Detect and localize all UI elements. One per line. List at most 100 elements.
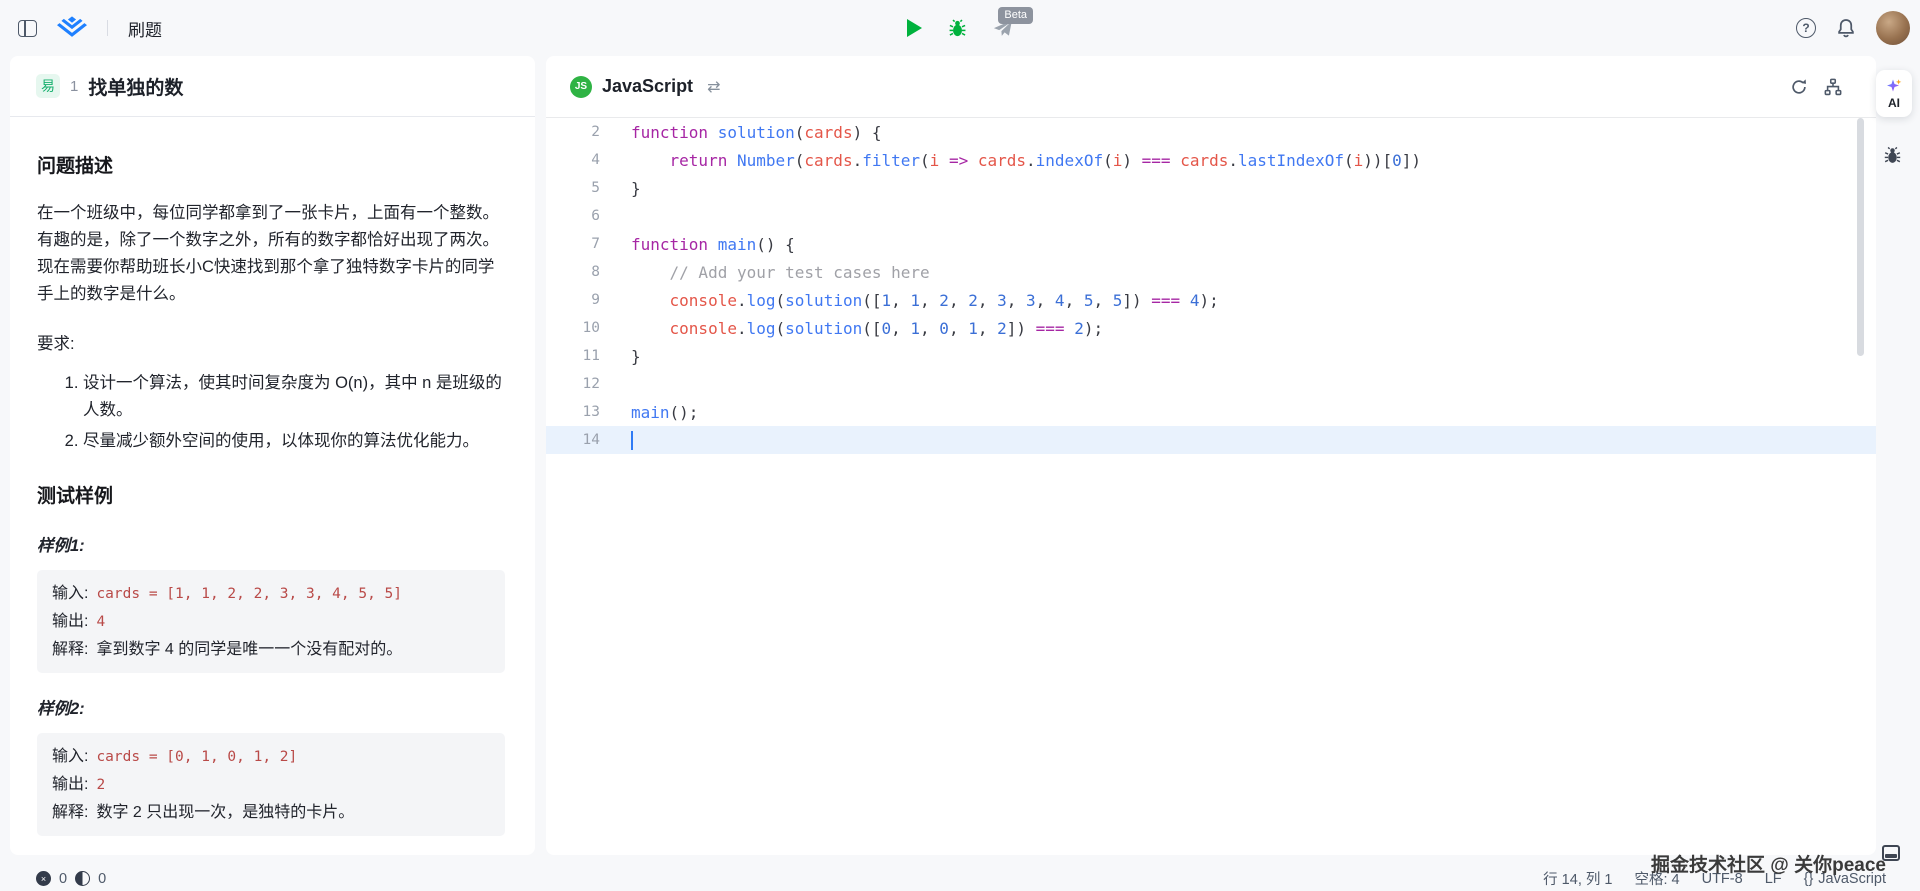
output-label: 输出: xyxy=(52,776,88,793)
line-number[interactable]: 10 xyxy=(546,320,600,336)
problem-header: 易 1 找单独的数 xyxy=(10,56,535,117)
code-line[interactable]: 13main(); xyxy=(546,398,1876,426)
code-line[interactable]: 9 console.log(solution([1, 1, 2, 2, 3, 3… xyxy=(546,286,1876,314)
line-number[interactable]: 9 xyxy=(546,292,600,308)
brand-label: 刷题 xyxy=(128,16,162,41)
warnings-icon[interactable] xyxy=(75,871,90,886)
cursor-position[interactable]: 行 14, 列 1 xyxy=(1543,868,1612,889)
code-line[interactable]: 7function main() { xyxy=(546,230,1876,258)
line-number[interactable]: 4 xyxy=(546,152,600,168)
ai-button-label: AI xyxy=(1888,96,1900,110)
code-line[interactable]: 10 console.log(solution([0, 1, 0, 1, 2])… xyxy=(546,314,1876,342)
notifications-button[interactable] xyxy=(1836,18,1856,38)
language-selector[interactable]: JS JavaScript ⇄ xyxy=(570,76,720,98)
problem-panel: 易 1 找单独的数 问题描述 在一个班级中，每位同学都拿到了一张卡片，上面有一个… xyxy=(10,56,535,855)
bell-icon xyxy=(1836,18,1856,38)
line-number[interactable]: 11 xyxy=(546,348,600,364)
line-number[interactable]: 5 xyxy=(546,180,600,196)
code-line-text: function solution(cards) { xyxy=(600,123,881,142)
swap-language-icon[interactable]: ⇄ xyxy=(707,77,720,97)
output-label: 输出: xyxy=(52,613,88,630)
output-value: 4 xyxy=(96,614,105,630)
status-bar: × 0 0 行 14, 列 1 空格: 4 UTF-8 LF {} JavaSc… xyxy=(0,866,1920,891)
samples-heading: 测试样例 xyxy=(37,481,505,508)
bug-icon xyxy=(948,19,967,38)
sample-output-line: 输出: 2 xyxy=(52,771,490,799)
requirement-item: 尽量减少额外空间的使用，以体现你的算法优化能力。 xyxy=(83,428,505,455)
problem-id: 1 xyxy=(70,78,78,95)
problem-body: 问题描述 在一个班级中，每位同学都拿到了一张卡片，上面有一个整数。有趣的是，除了… xyxy=(10,117,535,855)
run-button[interactable] xyxy=(907,19,922,37)
sidebar-toggle-icon xyxy=(18,20,37,37)
play-icon xyxy=(907,19,922,37)
code-line[interactable]: 8 // Add your test cases here xyxy=(546,258,1876,286)
code-line[interactable]: 14 xyxy=(546,426,1876,454)
sidebar-toggle-button[interactable] xyxy=(18,20,37,37)
line-number[interactable]: 7 xyxy=(546,236,600,252)
requirements-label: 要求: xyxy=(37,330,505,354)
line-number[interactable]: 13 xyxy=(546,404,600,420)
description-text: 在一个班级中，每位同学都拿到了一张卡片，上面有一个整数。有趣的是，除了一个数字之… xyxy=(37,200,505,308)
help-icon: ? xyxy=(1796,18,1816,38)
text-cursor xyxy=(631,431,633,450)
explain-label: 解释: xyxy=(52,641,88,658)
line-number[interactable]: 12 xyxy=(546,376,600,392)
code-line[interactable]: 2function solution(cards) { xyxy=(546,118,1876,146)
juejin-logo[interactable] xyxy=(57,16,87,40)
sample-input-line: 输入: cards = [1, 1, 2, 2, 3, 3, 4, 5, 5] xyxy=(52,580,490,608)
errors-icon[interactable]: × xyxy=(36,871,51,886)
code-line-text: console.log(solution([1, 1, 2, 2, 3, 3, … xyxy=(600,291,1219,310)
input-value: cards = [1, 1, 2, 2, 3, 3, 4, 5, 5] xyxy=(96,586,402,602)
juejin-logo-icon xyxy=(57,16,87,40)
language-name: JavaScript xyxy=(602,76,693,97)
line-number[interactable]: 2 xyxy=(546,124,600,140)
input-label: 输入: xyxy=(52,748,88,765)
debug-button[interactable] xyxy=(948,19,967,38)
code-line[interactable]: 4 return Number(cards.filter(i => cards.… xyxy=(546,146,1876,174)
sample-label: 样例2: xyxy=(37,695,505,719)
code-lines: 2function solution(cards) {4 return Numb… xyxy=(546,118,1876,454)
output-value: 2 xyxy=(96,777,105,793)
ai-assistant-button[interactable]: AI xyxy=(1876,70,1912,117)
code-line[interactable]: 6 xyxy=(546,202,1876,230)
code-line-text xyxy=(600,430,633,450)
sample-explain-line: 解释:数字 2 只出现一次，是独特的卡片。 xyxy=(52,799,490,826)
refresh-icon xyxy=(1790,78,1808,96)
code-line[interactable]: 11} xyxy=(546,342,1876,370)
code-area[interactable]: 2function solution(cards) {4 return Numb… xyxy=(546,118,1876,454)
line-number[interactable]: 8 xyxy=(546,264,600,280)
ant-icon xyxy=(1883,146,1902,165)
line-number[interactable]: 6 xyxy=(546,208,600,224)
brand-divider xyxy=(107,20,108,36)
feedback-bug-button[interactable] xyxy=(1883,146,1902,165)
sample-explain-line: 解释:拿到数字 4 的同学是唯一一个没有配对的。 xyxy=(52,636,490,663)
difficulty-badge: 易 xyxy=(36,74,60,98)
help-button[interactable]: ? xyxy=(1796,18,1816,38)
line-number[interactable]: 14 xyxy=(546,432,600,448)
explain-label: 解释: xyxy=(52,804,88,821)
sample-block: 输入: cards = [1, 1, 2, 2, 3, 3, 4, 5, 5] 输… xyxy=(37,570,505,673)
code-line-text: // Add your test cases here xyxy=(600,263,930,282)
user-avatar[interactable] xyxy=(1876,11,1910,45)
code-line[interactable]: 5} xyxy=(546,174,1876,202)
reset-code-button[interactable] xyxy=(1790,78,1808,96)
watermark: 掘金技术社区 @ 关你peace xyxy=(1651,850,1886,877)
problem-title: 找单独的数 xyxy=(88,73,183,100)
input-value: cards = [0, 1, 0, 1, 2] xyxy=(96,749,297,765)
sparkle-icon xyxy=(1886,78,1902,94)
editor-panel: JS JavaScript ⇄ 2function so xyxy=(546,56,1876,855)
requirement-item: 设计一个算法，使其时间复杂度为 O(n)，其中 n 是班级的人数。 xyxy=(83,370,505,424)
code-line[interactable]: 12 xyxy=(546,370,1876,398)
code-line-text: return Number(cards.filter(i => cards.in… xyxy=(600,151,1421,170)
branch-icon xyxy=(1824,78,1842,96)
input-label: 输入: xyxy=(52,585,88,602)
editor-scrollbar-thumb[interactable] xyxy=(1857,118,1864,356)
warnings-count[interactable]: 0 xyxy=(98,871,106,887)
sample-input-line: 输入: cards = [0, 1, 0, 1, 2] xyxy=(52,743,490,771)
code-line-text: main(); xyxy=(600,403,698,422)
sample-output-line: 输出: 4 xyxy=(52,608,490,636)
errors-count[interactable]: 0 xyxy=(59,871,67,887)
requirements-list: 设计一个算法，使其时间复杂度为 O(n)，其中 n 是班级的人数。 尽量减少额外… xyxy=(37,370,505,455)
beta-badge: Beta xyxy=(998,7,1033,24)
structure-button[interactable] xyxy=(1824,78,1842,96)
